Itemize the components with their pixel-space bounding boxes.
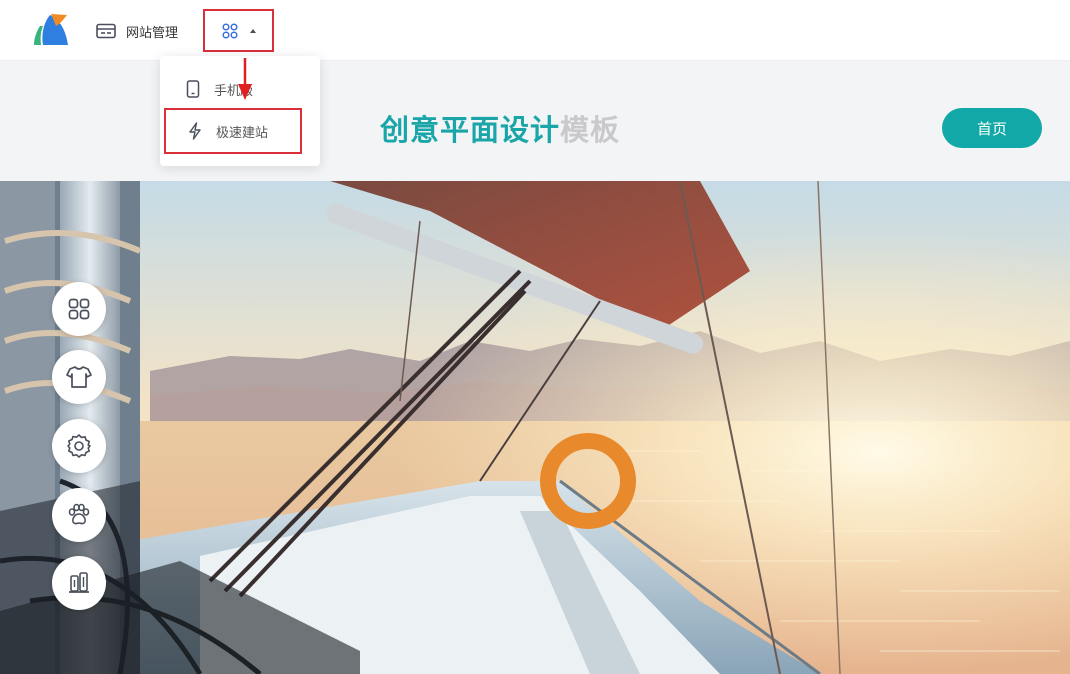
side-building-button[interactable]	[52, 556, 106, 610]
side-pets-button[interactable]	[52, 488, 106, 542]
apps-menu-button[interactable]	[203, 9, 274, 52]
menu-item-mobile-label: 手机版	[214, 83, 254, 99]
site-management-button[interactable]: 网站管理	[96, 17, 178, 45]
apps-dropdown-menu: 手机版 极速建站	[160, 56, 320, 166]
card-icon	[96, 23, 116, 39]
site-title-part1: 创意平面设计	[380, 113, 561, 147]
admin-topbar: 网站管理	[0, 0, 1070, 61]
caret-up-icon	[249, 28, 256, 33]
menu-item-quick-build[interactable]: 极速建站	[164, 108, 302, 154]
menu-item-quick-build-label: 极速建站	[216, 125, 269, 141]
menu-item-mobile[interactable]: 手机版	[168, 66, 312, 112]
side-settings-button[interactable]	[52, 419, 106, 473]
apps-grid-icon	[221, 22, 238, 39]
side-apps-button[interactable]	[52, 282, 106, 336]
paw-icon	[68, 503, 90, 525]
building-icon	[69, 572, 89, 593]
side-theme-button[interactable]	[52, 350, 106, 404]
site-management-label: 网站管理	[126, 25, 179, 41]
home-button[interactable]: 首页	[942, 108, 1042, 148]
site-title: 创意平面设计模板	[380, 107, 620, 149]
mobile-icon	[186, 80, 200, 98]
hero-banner-image	[0, 181, 1070, 674]
shirt-icon	[66, 366, 92, 388]
apps-grid-icon	[68, 298, 90, 320]
gear-icon	[67, 434, 91, 458]
brand-logo[interactable]	[30, 12, 70, 48]
lightning-icon	[189, 122, 201, 140]
site-title-part2: 模板	[560, 113, 621, 147]
